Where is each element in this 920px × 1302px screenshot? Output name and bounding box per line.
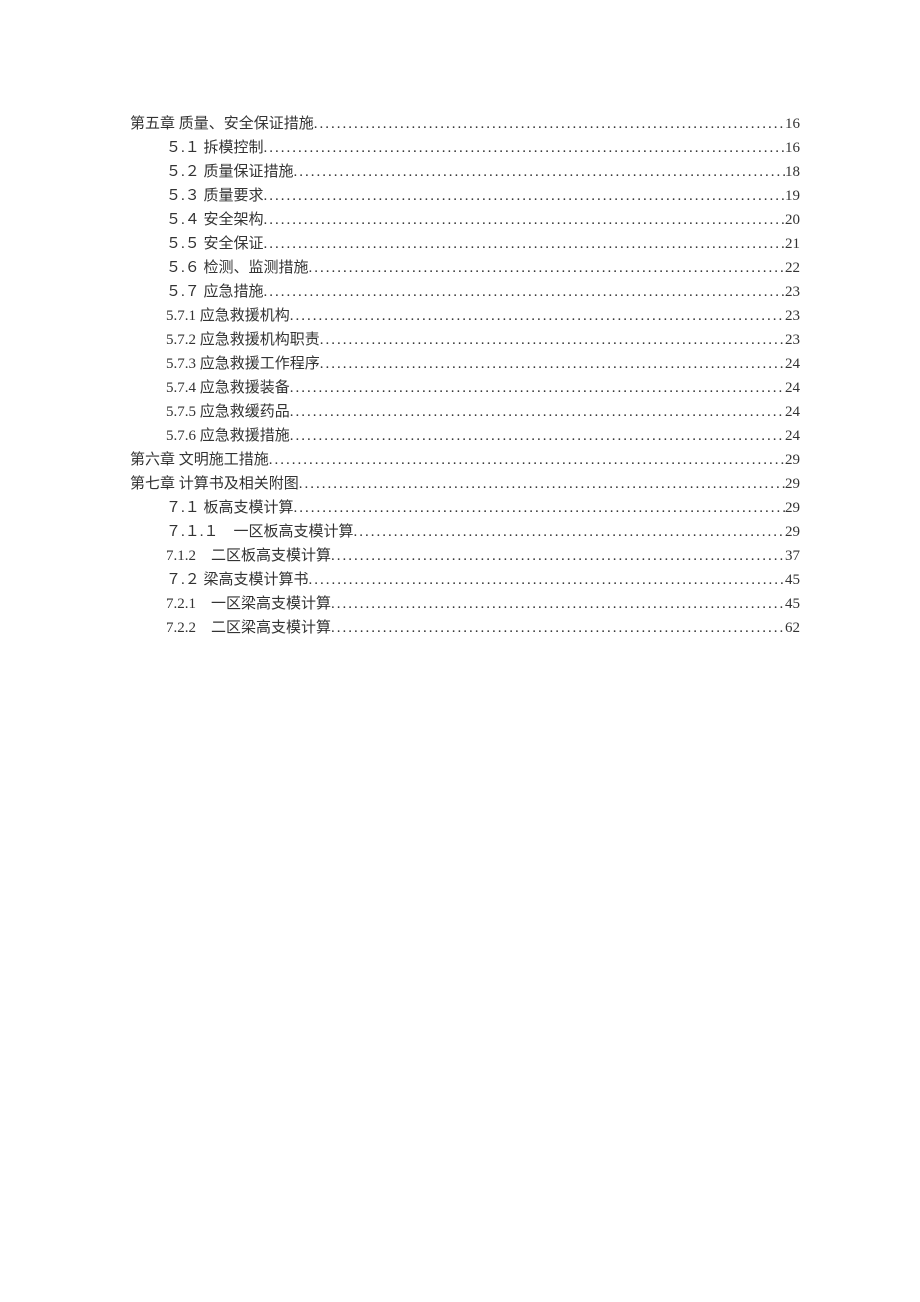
toc-entry-title: 第七章 计算书及相关附图	[130, 472, 299, 496]
toc-entry-page: 23	[785, 304, 800, 328]
toc-leader-dots	[290, 376, 785, 400]
toc-entry: 5.7.1 应急救援机构 23	[130, 304, 800, 328]
toc-entry-page: 18	[785, 160, 800, 184]
toc-entry-title: 5.7.5 应急救缓药品	[166, 400, 290, 424]
toc-leader-dots	[290, 304, 785, 328]
toc-entry-page: 29	[785, 520, 800, 544]
toc-entry: 第七章 计算书及相关附图 29	[130, 472, 800, 496]
toc-entry: ７.１ 板高支模计算 29	[130, 496, 800, 520]
toc-entry-title: 5.7.1 应急救援机构	[166, 304, 290, 328]
toc-leader-dots	[309, 568, 785, 592]
toc-leader-dots	[294, 496, 785, 520]
toc-entry-page: 23	[785, 328, 800, 352]
toc-leader-dots	[264, 184, 785, 208]
toc-entry: 5.7.4 应急救援装备 24	[130, 376, 800, 400]
toc-entry-page: 45	[785, 592, 800, 616]
toc-entry-title: ５.２ 质量保证措施	[166, 160, 294, 184]
toc-leader-dots	[294, 160, 785, 184]
toc-leader-dots	[309, 256, 785, 280]
toc-entry-page: 37	[785, 544, 800, 568]
toc-entry: ５.６ 检测、监测措施 22	[130, 256, 800, 280]
toc-entry: ５.３ 质量要求 19	[130, 184, 800, 208]
toc-entry-title: ５.４ 安全架构	[166, 208, 264, 232]
toc-leader-dots	[264, 232, 785, 256]
toc-entry-title: 7.2.1 一区梁高支模计算	[166, 592, 331, 616]
toc-entry: ５.７ 应急措施 23	[130, 280, 800, 304]
toc-entry-title: 第六章 文明施工措施	[130, 448, 269, 472]
toc-entry: ５.５ 安全保证 21	[130, 232, 800, 256]
table-of-contents: 第五章 质量、安全保证措施16５.１ 拆模控制16５.２ 质量保证措施18５.３…	[130, 112, 800, 640]
toc-entry-page: 22	[785, 256, 800, 280]
toc-entry-title: ５.６ 检测、监测措施	[166, 256, 309, 280]
toc-entry-title: 第五章 质量、安全保证措施	[130, 112, 314, 136]
toc-entry-title: 5.7.6 应急救援措施	[166, 424, 290, 448]
toc-entry-page: 24	[785, 352, 800, 376]
toc-entry-page: 29	[785, 448, 800, 472]
toc-entry-page: 45	[785, 568, 800, 592]
toc-entry-title: ７.１ 板高支模计算	[166, 496, 294, 520]
toc-entry: ７.２ 梁高支模计算书 45	[130, 568, 800, 592]
document-page: 第五章 质量、安全保证措施16５.１ 拆模控制16５.２ 质量保证措施18５.３…	[0, 0, 920, 1302]
toc-entry-page: 23	[785, 280, 800, 304]
toc-entry-title: ７.１.１ 一区板高支模计算	[166, 520, 354, 544]
toc-leader-dots	[299, 472, 785, 496]
toc-leader-dots	[264, 280, 785, 304]
toc-entry: ５.１ 拆模控制 16	[130, 136, 800, 160]
toc-leader-dots	[331, 616, 785, 640]
toc-entry-title: ５.１ 拆模控制	[166, 136, 264, 160]
toc-entry: 5.7.6 应急救援措施 24	[130, 424, 800, 448]
toc-leader-dots	[314, 112, 785, 136]
toc-entry-page: 20	[785, 208, 800, 232]
toc-entry-title: 5.7.2 应急救援机构职责	[166, 328, 320, 352]
toc-entry: 5.7.2 应急救援机构职责 23	[130, 328, 800, 352]
toc-leader-dots	[264, 136, 785, 160]
toc-entry-page: 24	[785, 376, 800, 400]
toc-entry-page: 21	[785, 232, 800, 256]
toc-leader-dots	[264, 208, 785, 232]
toc-entry-title: ５.５ 安全保证	[166, 232, 264, 256]
toc-entry: 7.2.2 二区梁高支模计算 62	[130, 616, 800, 640]
toc-leader-dots	[331, 544, 785, 568]
toc-leader-dots	[331, 592, 785, 616]
toc-entry-page: 16	[785, 112, 800, 136]
toc-entry-title: 5.7.4 应急救援装备	[166, 376, 290, 400]
toc-entry: 7.2.1 一区梁高支模计算 45	[130, 592, 800, 616]
toc-entry: 5.7.3 应急救援工作程序 24	[130, 352, 800, 376]
toc-entry: ５.４ 安全架构 20	[130, 208, 800, 232]
toc-entry: ５.２ 质量保证措施 18	[130, 160, 800, 184]
toc-entry-page: 19	[785, 184, 800, 208]
toc-entry-title: 7.2.2 二区梁高支模计算	[166, 616, 331, 640]
toc-entry-title: ５.７ 应急措施	[166, 280, 264, 304]
toc-leader-dots	[320, 352, 785, 376]
toc-entry: 5.7.5 应急救缓药品 24	[130, 400, 800, 424]
toc-entry-page: 16	[785, 136, 800, 160]
toc-entry: 第六章 文明施工措施 29	[130, 448, 800, 472]
toc-entry-page: 24	[785, 400, 800, 424]
toc-entry-page: 62	[785, 616, 800, 640]
toc-entry-page: 29	[785, 496, 800, 520]
toc-entry: 第五章 质量、安全保证措施 16	[130, 112, 800, 136]
toc-entry-page: 24	[785, 424, 800, 448]
toc-entry-title: ７.２ 梁高支模计算书	[166, 568, 309, 592]
toc-entry-title: ５.３ 质量要求	[166, 184, 264, 208]
toc-entry: 7.1.2 二区板高支模计算 37	[130, 544, 800, 568]
toc-leader-dots	[290, 424, 785, 448]
toc-entry-page: 29	[785, 472, 800, 496]
toc-leader-dots	[269, 448, 785, 472]
toc-entry-title: 5.7.3 应急救援工作程序	[166, 352, 320, 376]
toc-entry: ７.１.１ 一区板高支模计算 29	[130, 520, 800, 544]
toc-leader-dots	[354, 520, 785, 544]
toc-leader-dots	[290, 400, 785, 424]
toc-entry-title: 7.1.2 二区板高支模计算	[166, 544, 331, 568]
toc-leader-dots	[320, 328, 785, 352]
